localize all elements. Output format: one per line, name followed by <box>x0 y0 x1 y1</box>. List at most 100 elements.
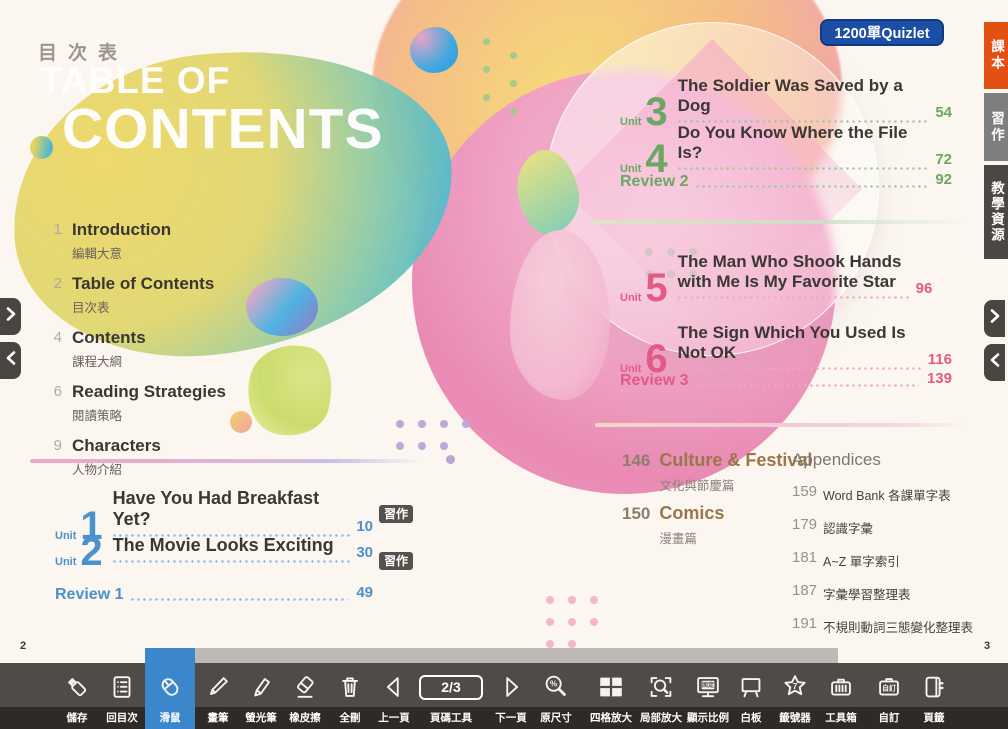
toc-entry-culture-festival[interactable]: 146 Culture & Festival 文化與節慶篇 <box>622 450 812 494</box>
toolbar-original-size-button[interactable]: % 原尺寸 <box>534 648 578 729</box>
tab-teaching-resources[interactable]: 教學資源 <box>984 165 1008 259</box>
tab-workbook[interactable]: 習作 <box>984 93 1008 161</box>
toolbar-whiteboard-button[interactable]: 白板 <box>729 648 773 729</box>
divider-pink <box>595 423 963 427</box>
toc-entry-unit-4[interactable]: Unit4 Do You Know Where the File Is? 72 <box>620 123 952 175</box>
dotted-leader <box>678 167 930 170</box>
edge-nav-left-collapse-button[interactable] <box>0 342 21 379</box>
toc-entry-table-of-contents[interactable]: 2 Table of Contents 目次表 <box>44 274 304 316</box>
tab-textbook[interactable]: 課本 <box>984 22 1008 89</box>
entry-title: Contents <box>72 328 146 348</box>
deco-blob-center-pink <box>510 230 610 400</box>
toc-entry-unit-3[interactable]: Unit3 The Soldier Was Saved by a Dog 54 <box>620 76 952 128</box>
toolbar-save-button[interactable]: 儲存 <box>55 648 99 729</box>
entry-page-number: 6 <box>44 382 62 424</box>
book-page-number-left: 2 <box>20 640 26 652</box>
entry-subtitle: 編輯大意 <box>72 243 171 262</box>
toolbar-toolbox-button[interactable]: 工具箱 <box>819 648 863 729</box>
workbook-badge-unit-2[interactable]: 習作 <box>379 552 413 570</box>
toolbox-icon <box>826 671 856 703</box>
entry-title: Table of Contents <box>72 274 214 294</box>
toc-entry-review-1[interactable]: Review 1 49 <box>55 584 373 608</box>
toc-entry-unit-5[interactable]: Unit5 The Man Who Shook Hands with Me Is… <box>620 252 952 304</box>
page-tabs-icon <box>919 671 949 703</box>
page-indicator[interactable]: 2/3 <box>419 675 483 700</box>
unit-2-tag: Unit2 <box>55 537 103 568</box>
toolbar-region-zoom-button[interactable]: 局部放大 <box>639 648 683 729</box>
svg-text:7: 7 <box>793 681 798 691</box>
book-page-number-right: 3 <box>984 640 990 652</box>
mouse-icon <box>155 671 185 703</box>
dotted-leader <box>696 384 918 387</box>
save-usb-icon <box>62 671 92 703</box>
toc-entry-word-bank[interactable]: 159 Word Bank 各課單字表 <box>792 483 977 504</box>
unit-5-title: The Man Who Shook Hands with Me Is My Fa… <box>678 252 910 292</box>
toc-entry-reading-strategies[interactable]: 6 Reading Strategies 閱讀策略 <box>44 382 304 424</box>
edge-nav-right-expand-button[interactable] <box>984 300 1005 337</box>
chevron-left-icon <box>989 352 1001 373</box>
monitor-fixed-icon: 固定 <box>693 671 723 703</box>
highlighter-icon <box>246 671 276 703</box>
entry-page-number: 4 <box>44 328 62 370</box>
unit-5-tag: Unit5 <box>620 273 668 304</box>
unit-2-page-number: 30 <box>356 544 373 568</box>
toc-entry-vocab-chart[interactable]: 187 字彙學習整理表 <box>792 582 977 603</box>
toolbar-next-page-button[interactable]: 下一頁 <box>489 648 533 729</box>
entry-subtitle: 目次表 <box>72 297 214 316</box>
unit-1-title: Have You Had Breakfast Yet? <box>113 488 351 530</box>
entry-page-number: 1 <box>44 220 62 262</box>
page-indicator-box: 2/3 <box>419 671 483 703</box>
toolbar-number-picker-button[interactable]: 7 籤號器 <box>773 648 817 729</box>
workbook-badge-unit-1[interactable]: 習作 <box>379 505 413 523</box>
deco-blob-center-lime <box>510 145 586 240</box>
toolbar-page-tool-button[interactable]: 2/3 頁碼工具 <box>412 648 490 729</box>
toolbar-page-tabs-button[interactable]: 頁籤 <box>912 648 956 729</box>
dotted-leader <box>131 598 348 601</box>
toc-entry-review-2[interactable]: Review 2 92 <box>620 171 952 195</box>
toc-entry-contents[interactable]: 4 Contents 課程大綱 <box>44 328 304 370</box>
svg-text:自訂: 自訂 <box>882 684 896 693</box>
entry-subtitle: 閱讀策略 <box>72 405 226 424</box>
edge-nav-left-expand-button[interactable] <box>0 298 21 335</box>
unit-5-page-number: 96 <box>916 280 933 304</box>
entry-subtitle: 課程大綱 <box>72 351 146 370</box>
dotted-leader <box>696 185 927 188</box>
toc-entry-review-3[interactable]: Review 3 139 <box>620 370 952 394</box>
deco-blob-blue <box>410 27 458 73</box>
toc-entry-vocabulary[interactable]: 179 認識字彙 <box>792 516 977 537</box>
toc-entry-characters[interactable]: 9 Characters 人物介紹 <box>44 436 304 478</box>
toolbar-mouse-button[interactable]: 滑鼠 <box>145 648 195 729</box>
toc-entry-comics[interactable]: 150 Comics 漫畫篇 <box>622 503 724 547</box>
entry-page-number: 9 <box>44 436 62 478</box>
toolbar-prev-page-button[interactable]: 上一頁 <box>372 648 416 729</box>
toolbar-eraser-button[interactable]: 橡皮擦 <box>283 648 327 729</box>
star-seven-icon: 7 <box>780 671 810 703</box>
triangle-left-icon <box>379 671 409 703</box>
toolbar-custom-button[interactable]: 自訂 自訂 <box>867 648 911 729</box>
toolbar-pen-button[interactable]: 畫筆 <box>196 648 240 729</box>
toolbar-delete-all-button[interactable]: 全刪 <box>328 648 372 729</box>
toc-entry-word-index[interactable]: 181 A~Z 單字索引 <box>792 549 977 570</box>
magnifier-percent-icon: % <box>541 671 571 703</box>
toolbar-highlighter-button[interactable]: 螢光筆 <box>239 648 283 729</box>
toolbar-back-to-toc-button[interactable]: 回目次 <box>100 648 144 729</box>
ebook-reader: 目次表 TABLE OF CONTENTS 1200單Quizlet 1 Int… <box>0 0 1008 729</box>
page-title-en-line2: CONTENTS <box>62 96 384 162</box>
edge-nav-right-collapse-button[interactable] <box>984 344 1005 381</box>
dotted-leader <box>113 560 351 563</box>
unit-4-title: Do You Know Where the File Is? <box>678 123 930 163</box>
svg-text:固定: 固定 <box>702 681 715 689</box>
toolbar-display-scale-button[interactable]: 固定 顯示比例 <box>686 648 730 729</box>
quizlet-button[interactable]: 1200單Quizlet <box>820 19 944 46</box>
triangle-right-icon <box>496 671 526 703</box>
entry-title: Characters <box>72 436 161 456</box>
toc-entry-introduction[interactable]: 1 Introduction 編輯大意 <box>44 220 304 262</box>
toc-entry-irregular-verbs[interactable]: 191 不規則動詞三態變化整理表 <box>792 615 977 636</box>
toc-entry-unit-6[interactable]: Unit6 The Sign Which You Used Is Not OK … <box>620 323 952 375</box>
toc-entry-unit-2[interactable]: Unit2 The Movie Looks Exciting 30 <box>55 535 373 568</box>
unit-3-title: The Soldier Was Saved by a Dog <box>678 76 930 116</box>
custom-case-icon: 自訂 <box>874 671 904 703</box>
toolbar-quad-zoom-button[interactable]: 四格放大 <box>589 648 633 729</box>
chevron-left-icon <box>5 350 17 371</box>
quad-grid-icon <box>596 671 626 703</box>
